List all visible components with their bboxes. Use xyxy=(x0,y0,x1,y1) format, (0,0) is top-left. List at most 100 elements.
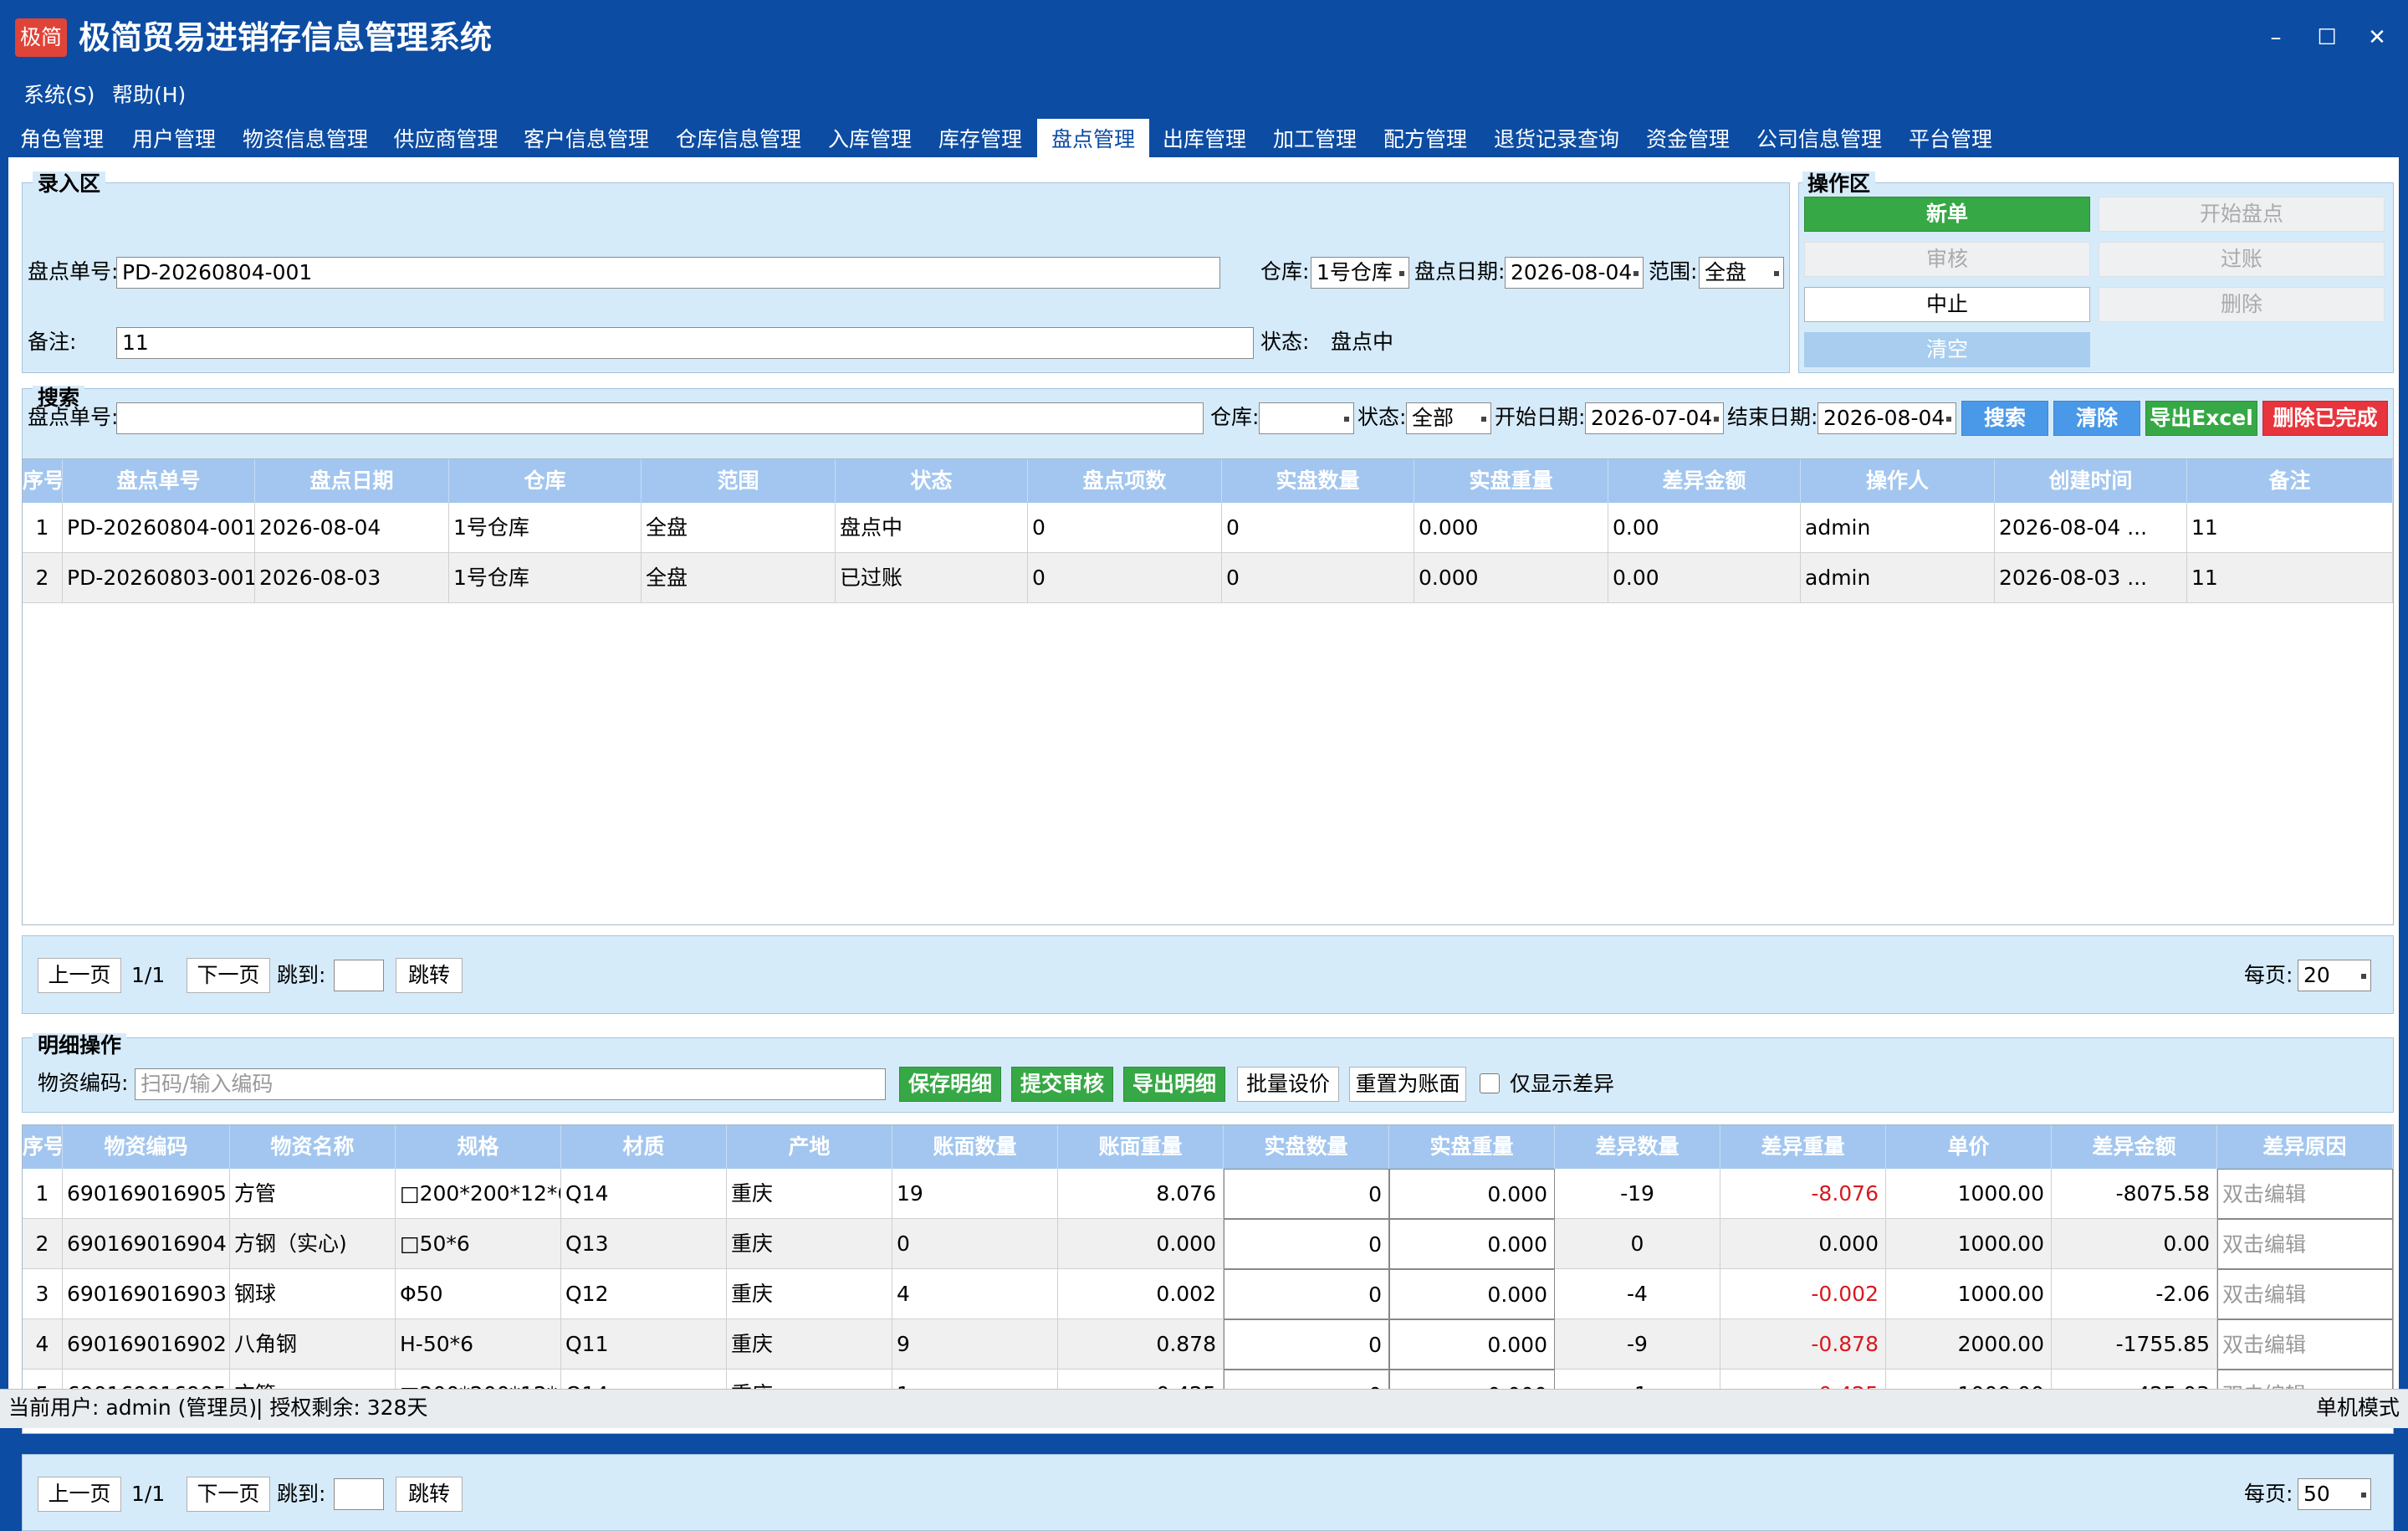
table-row[interactable]: 2 690169016904 方钢（实心) □50*6 Q13 重庆 0 0.000 0 0.00… xyxy=(23,1219,2393,1269)
clear-button[interactable]: 清空 xyxy=(1804,332,2090,367)
next-page-button[interactable]: 下一页 xyxy=(187,958,270,993)
tab-company[interactable]: 公司信息管理 xyxy=(1751,119,1887,157)
col-header[interactable]: 产地 xyxy=(727,1125,892,1169)
col-header[interactable]: 盘点项数 xyxy=(1028,459,1222,503)
col-header[interactable]: 仓库 xyxy=(449,459,642,503)
audit-button[interactable]: 审核 xyxy=(1804,242,2090,277)
tab-supplier[interactable]: 供应商管理 xyxy=(390,119,502,157)
col-header[interactable]: 规格 xyxy=(396,1125,561,1169)
col-header[interactable]: 实盘数量 xyxy=(1224,1125,1389,1169)
editable-cell[interactable]: 0 xyxy=(1224,1269,1389,1319)
menu-system[interactable]: 系统(S) xyxy=(23,77,95,114)
reset-search-button[interactable]: 清除 xyxy=(2053,401,2140,436)
editable-cell[interactable]: 0.000 xyxy=(1389,1319,1555,1370)
col-header[interactable]: 差异原因 xyxy=(2217,1125,2393,1169)
editable-cell[interactable]: 0.000 xyxy=(1389,1219,1555,1269)
editable-cell[interactable]: 双击编辑 xyxy=(2217,1219,2393,1269)
export-excel-button[interactable]: 导出Excel xyxy=(2145,401,2257,436)
prev-page-button[interactable]: 上一页 xyxy=(38,958,121,993)
col-header[interactable]: 备注 xyxy=(2187,459,2393,503)
col-header[interactable]: 差异数量 xyxy=(1555,1125,1720,1169)
editable-cell[interactable]: 0 xyxy=(1224,1219,1389,1269)
tab-processing[interactable]: 加工管理 xyxy=(1268,119,1362,157)
col-header[interactable]: 操作人 xyxy=(1801,459,1995,503)
search-order-no-input[interactable] xyxy=(116,402,1204,434)
table-row[interactable]: 1 690169016905 方管 □200*200*12*6 Q14 重庆 19 8.076… xyxy=(23,1169,2393,1219)
tab-user[interactable]: 用户管理 xyxy=(127,119,221,157)
tab-inventory[interactable]: 库存管理 xyxy=(933,119,1027,157)
tab-inbound[interactable]: 入库管理 xyxy=(823,119,917,157)
batch-price-button[interactable]: 批量设价 xyxy=(1237,1067,1339,1102)
search-status-select[interactable]: 全部 xyxy=(1406,402,1491,434)
next-page-button[interactable]: 下一页 xyxy=(187,1477,270,1512)
per-page-select[interactable]: 20 xyxy=(2298,960,2371,991)
table-row[interactable]: 3 690169016903 钢球 Φ50 Q12 重庆 4 0.002 0 0.000 -4 -0.… xyxy=(23,1269,2393,1319)
tab-returns[interactable]: 退货记录查询 xyxy=(1489,119,1624,157)
start-stocktake-button[interactable]: 开始盘点 xyxy=(2099,197,2385,232)
date-picker[interactable]: 2026-08-04 xyxy=(1505,257,1644,289)
new-order-button[interactable]: 新单 xyxy=(1804,197,2090,232)
tab-customer[interactable]: 客户信息管理 xyxy=(519,119,654,157)
col-header[interactable]: 物资名称 xyxy=(230,1125,396,1169)
only-diff-label[interactable]: 仅显示差异 xyxy=(1510,1068,1614,1101)
col-header[interactable]: 范围 xyxy=(642,459,836,503)
delete-button[interactable]: 删除 xyxy=(2099,287,2385,322)
tab-role[interactable]: 角色管理 xyxy=(15,119,109,157)
menu-help[interactable]: 帮助(H) xyxy=(112,77,186,114)
prev-page-button[interactable]: 上一页 xyxy=(38,1477,121,1512)
tab-stocktake[interactable]: 盘点管理 xyxy=(1037,119,1149,157)
editable-cell[interactable]: 0 xyxy=(1224,1319,1389,1370)
tab-warehouse[interactable]: 仓库信息管理 xyxy=(671,119,806,157)
jump-input[interactable] xyxy=(334,1478,384,1510)
editable-cell[interactable]: 双击编辑 xyxy=(2217,1269,2393,1319)
remark-input[interactable]: 11 xyxy=(116,327,1254,359)
reset-to-book-button[interactable]: 重置为账面 xyxy=(1349,1067,1466,1102)
export-detail-button[interactable]: 导出明细 xyxy=(1123,1067,1225,1102)
editable-cell[interactable]: 双击编辑 xyxy=(2217,1319,2393,1370)
col-header[interactable]: 差异金额 xyxy=(1608,459,1801,503)
col-header[interactable]: 盘点日期 xyxy=(255,459,449,503)
order-no-input[interactable]: PD-20260804-001 xyxy=(116,257,1220,289)
close-button[interactable]: ✕ xyxy=(2352,18,2402,57)
tab-funds[interactable]: 资金管理 xyxy=(1641,119,1735,157)
end-date-picker[interactable]: 2026-08-04 xyxy=(1818,402,1956,434)
col-header[interactable]: 创建时间 xyxy=(1995,459,2187,503)
jump-button[interactable]: 跳转 xyxy=(396,958,463,993)
col-header[interactable]: 材质 xyxy=(561,1125,727,1169)
table-row[interactable]: 4 690169016902 八角钢 H-50*6 Q11 重庆 9 0.878 0 0.000-… xyxy=(23,1319,2393,1370)
stop-button[interactable]: 中止 xyxy=(1804,287,2090,322)
table-row[interactable]: 1 PD-20260804-001 2026-08-04 1号仓库 全盘 盘点中… xyxy=(23,503,2393,553)
col-header[interactable]: 差异重量 xyxy=(1720,1125,1886,1169)
col-header[interactable]: 物资编码 xyxy=(63,1125,230,1169)
col-header[interactable]: 实盘重量 xyxy=(1389,1125,1555,1169)
submit-audit-button[interactable]: 提交审核 xyxy=(1011,1067,1113,1102)
warehouse-select[interactable]: 1号仓库 xyxy=(1311,257,1409,289)
start-date-picker[interactable]: 2026-07-04 xyxy=(1585,402,1724,434)
save-detail-button[interactable]: 保存明细 xyxy=(899,1067,1001,1102)
editable-cell[interactable]: 0 xyxy=(1224,1169,1389,1219)
material-code-input[interactable]: 扫码/输入编码 xyxy=(135,1068,886,1100)
editable-cell[interactable]: 双击编辑 xyxy=(2217,1169,2393,1219)
search-button[interactable]: 搜索 xyxy=(1961,401,2048,436)
col-header[interactable]: 状态 xyxy=(836,459,1028,503)
tab-formula[interactable]: 配方管理 xyxy=(1378,119,1472,157)
editable-cell[interactable]: 0.000 xyxy=(1389,1269,1555,1319)
col-header[interactable]: 实盘数量 xyxy=(1222,459,1414,503)
col-header[interactable]: 盘点单号 xyxy=(63,459,255,503)
delete-completed-button[interactable]: 删除已完成 xyxy=(2262,401,2388,436)
only-diff-checkbox[interactable] xyxy=(1480,1073,1500,1093)
col-header[interactable]: 差异金额 xyxy=(2052,1125,2217,1169)
tab-outbound[interactable]: 出库管理 xyxy=(1158,119,1251,157)
col-header[interactable]: 实盘重量 xyxy=(1414,459,1608,503)
tab-platform[interactable]: 平台管理 xyxy=(1904,119,1997,157)
search-warehouse-select[interactable] xyxy=(1259,402,1354,434)
tab-material[interactable]: 物资信息管理 xyxy=(238,119,373,157)
maximize-button[interactable]: ☐ xyxy=(2302,18,2352,57)
range-select[interactable]: 全盘 xyxy=(1699,257,1784,289)
jump-button[interactable]: 跳转 xyxy=(396,1477,463,1512)
minimize-button[interactable]: – xyxy=(2251,18,2301,57)
jump-input[interactable] xyxy=(334,960,384,991)
table-row[interactable]: 2 PD-20260803-001 2026-08-03 1号仓库 全盘 已过账… xyxy=(23,553,2393,603)
post-button[interactable]: 过账 xyxy=(2099,242,2385,277)
col-header[interactable]: 账面重量 xyxy=(1058,1125,1224,1169)
